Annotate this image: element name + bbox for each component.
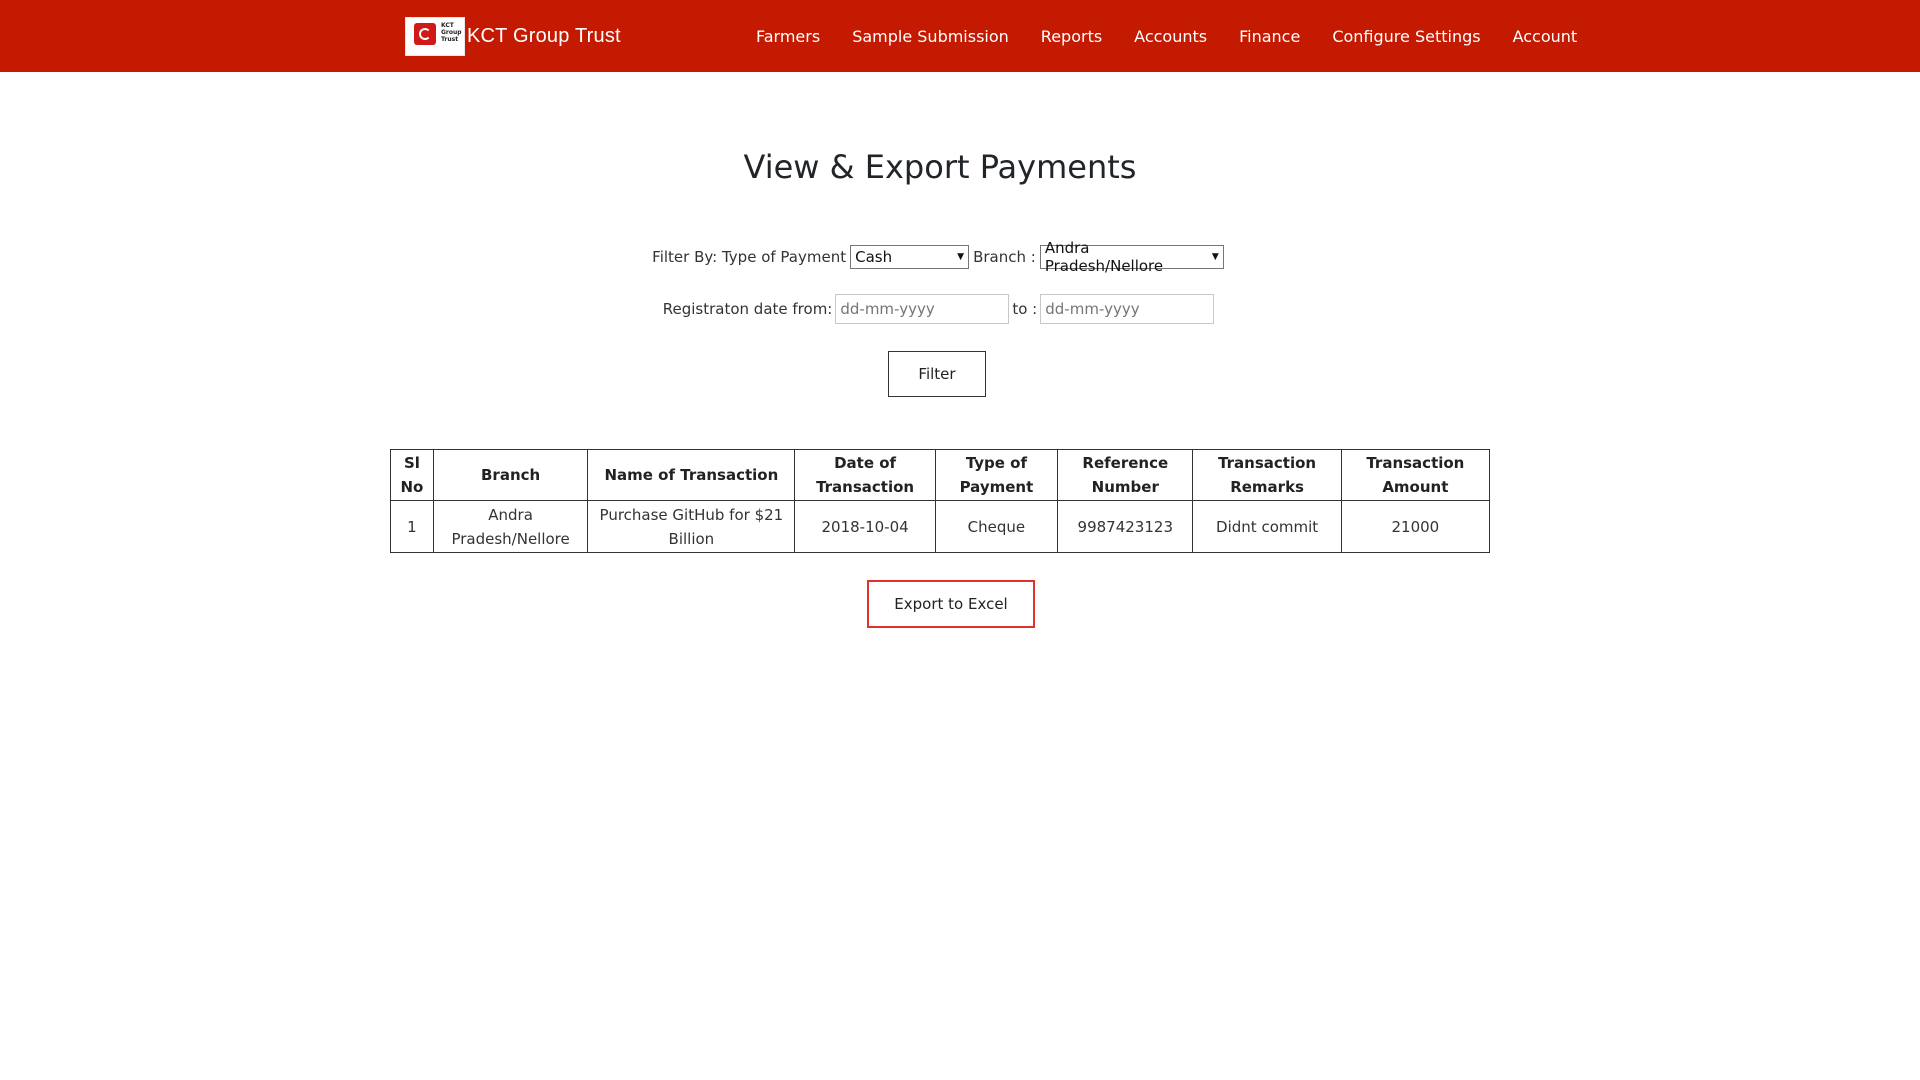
col-type-of-payment: Type of Payment: [934, 449, 1059, 501]
table-row: 1 Andra Pradesh/Nellore Purchase GitHub …: [390, 500, 1491, 553]
kct-logo-icon: KCT Group Trust: [405, 16, 465, 56]
filter-row-type-branch: Filter By: Type of Payment Cash ▼ Branch…: [0, 239, 1880, 275]
page-title: View & Export Payments: [743, 148, 1137, 186]
brand-title: KCT Group Trust: [467, 24, 621, 47]
payment-type-select[interactable]: Cash ▼: [850, 245, 970, 269]
nav-farmers[interactable]: Farmers: [740, 27, 836, 46]
payment-type-value: Cash: [855, 248, 893, 266]
col-transaction-remarks: Transaction Remarks: [1192, 449, 1342, 501]
payment-type-label: Filter By: Type of Payment: [652, 248, 847, 266]
date-from-label: Registraton date from:: [662, 300, 833, 318]
nav-finance[interactable]: Finance: [1223, 27, 1316, 46]
export-to-excel-button[interactable]: Export to Excel: [867, 580, 1035, 628]
col-date-of-transaction: Date of Transaction: [794, 449, 936, 501]
col-name-of-transaction: Name of Transaction: [587, 449, 796, 501]
cell-transaction-amount: 21000: [1340, 500, 1491, 553]
date-to-input[interactable]: [1040, 294, 1215, 324]
col-branch: Branch: [432, 449, 589, 501]
cell-date-of-transaction: 2018-10-04: [794, 500, 936, 553]
nav-sample-submission[interactable]: Sample Submission: [836, 27, 1025, 46]
dropdown-caret-icon: ▼: [957, 252, 965, 262]
brand-link[interactable]: KCT Group Trust KCT Group Trust: [405, 16, 621, 56]
top-navbar: KCT Group Trust KCT Group Trust Farmers …: [0, 0, 1920, 72]
branch-select[interactable]: Andra Pradesh/Nellore ▼: [1039, 239, 1224, 275]
nav-reports[interactable]: Reports: [1025, 27, 1118, 46]
filter-button[interactable]: Filter: [888, 351, 986, 397]
payments-table: Sl No Branch Name of Transaction Date of…: [390, 449, 1491, 553]
cell-name-of-transaction: Purchase GitHub for $21 Billion: [587, 500, 796, 553]
filter-row-dates: Registraton date from: to :: [0, 294, 1880, 324]
col-sl-no: Sl No: [390, 449, 434, 501]
date-to-label: to :: [1012, 300, 1038, 318]
nav-account[interactable]: Account: [1497, 27, 1594, 46]
table-header-row: Sl No Branch Name of Transaction Date of…: [390, 449, 1491, 501]
cell-branch: Andra Pradesh/Nellore: [432, 500, 589, 553]
cell-reference-number: 9987423123: [1057, 500, 1194, 553]
col-reference-number: Reference Number: [1057, 449, 1194, 501]
cell-transaction-remarks: Didnt commit: [1192, 500, 1342, 553]
dropdown-caret-icon: ▼: [1211, 252, 1219, 262]
nav-configure-settings[interactable]: Configure Settings: [1316, 27, 1496, 46]
branch-value: Andra Pradesh/Nellore: [1044, 239, 1164, 275]
cell-sl-no: 1: [390, 500, 434, 553]
col-transaction-amount: Transaction Amount: [1340, 449, 1491, 501]
cell-type-of-payment: Cheque: [934, 500, 1059, 553]
nav-accounts[interactable]: Accounts: [1118, 27, 1223, 46]
branch-label: Branch :: [973, 248, 1036, 266]
main-nav: Farmers Sample Submission Reports Accoun…: [740, 0, 1593, 72]
date-from-input[interactable]: [835, 294, 1010, 324]
